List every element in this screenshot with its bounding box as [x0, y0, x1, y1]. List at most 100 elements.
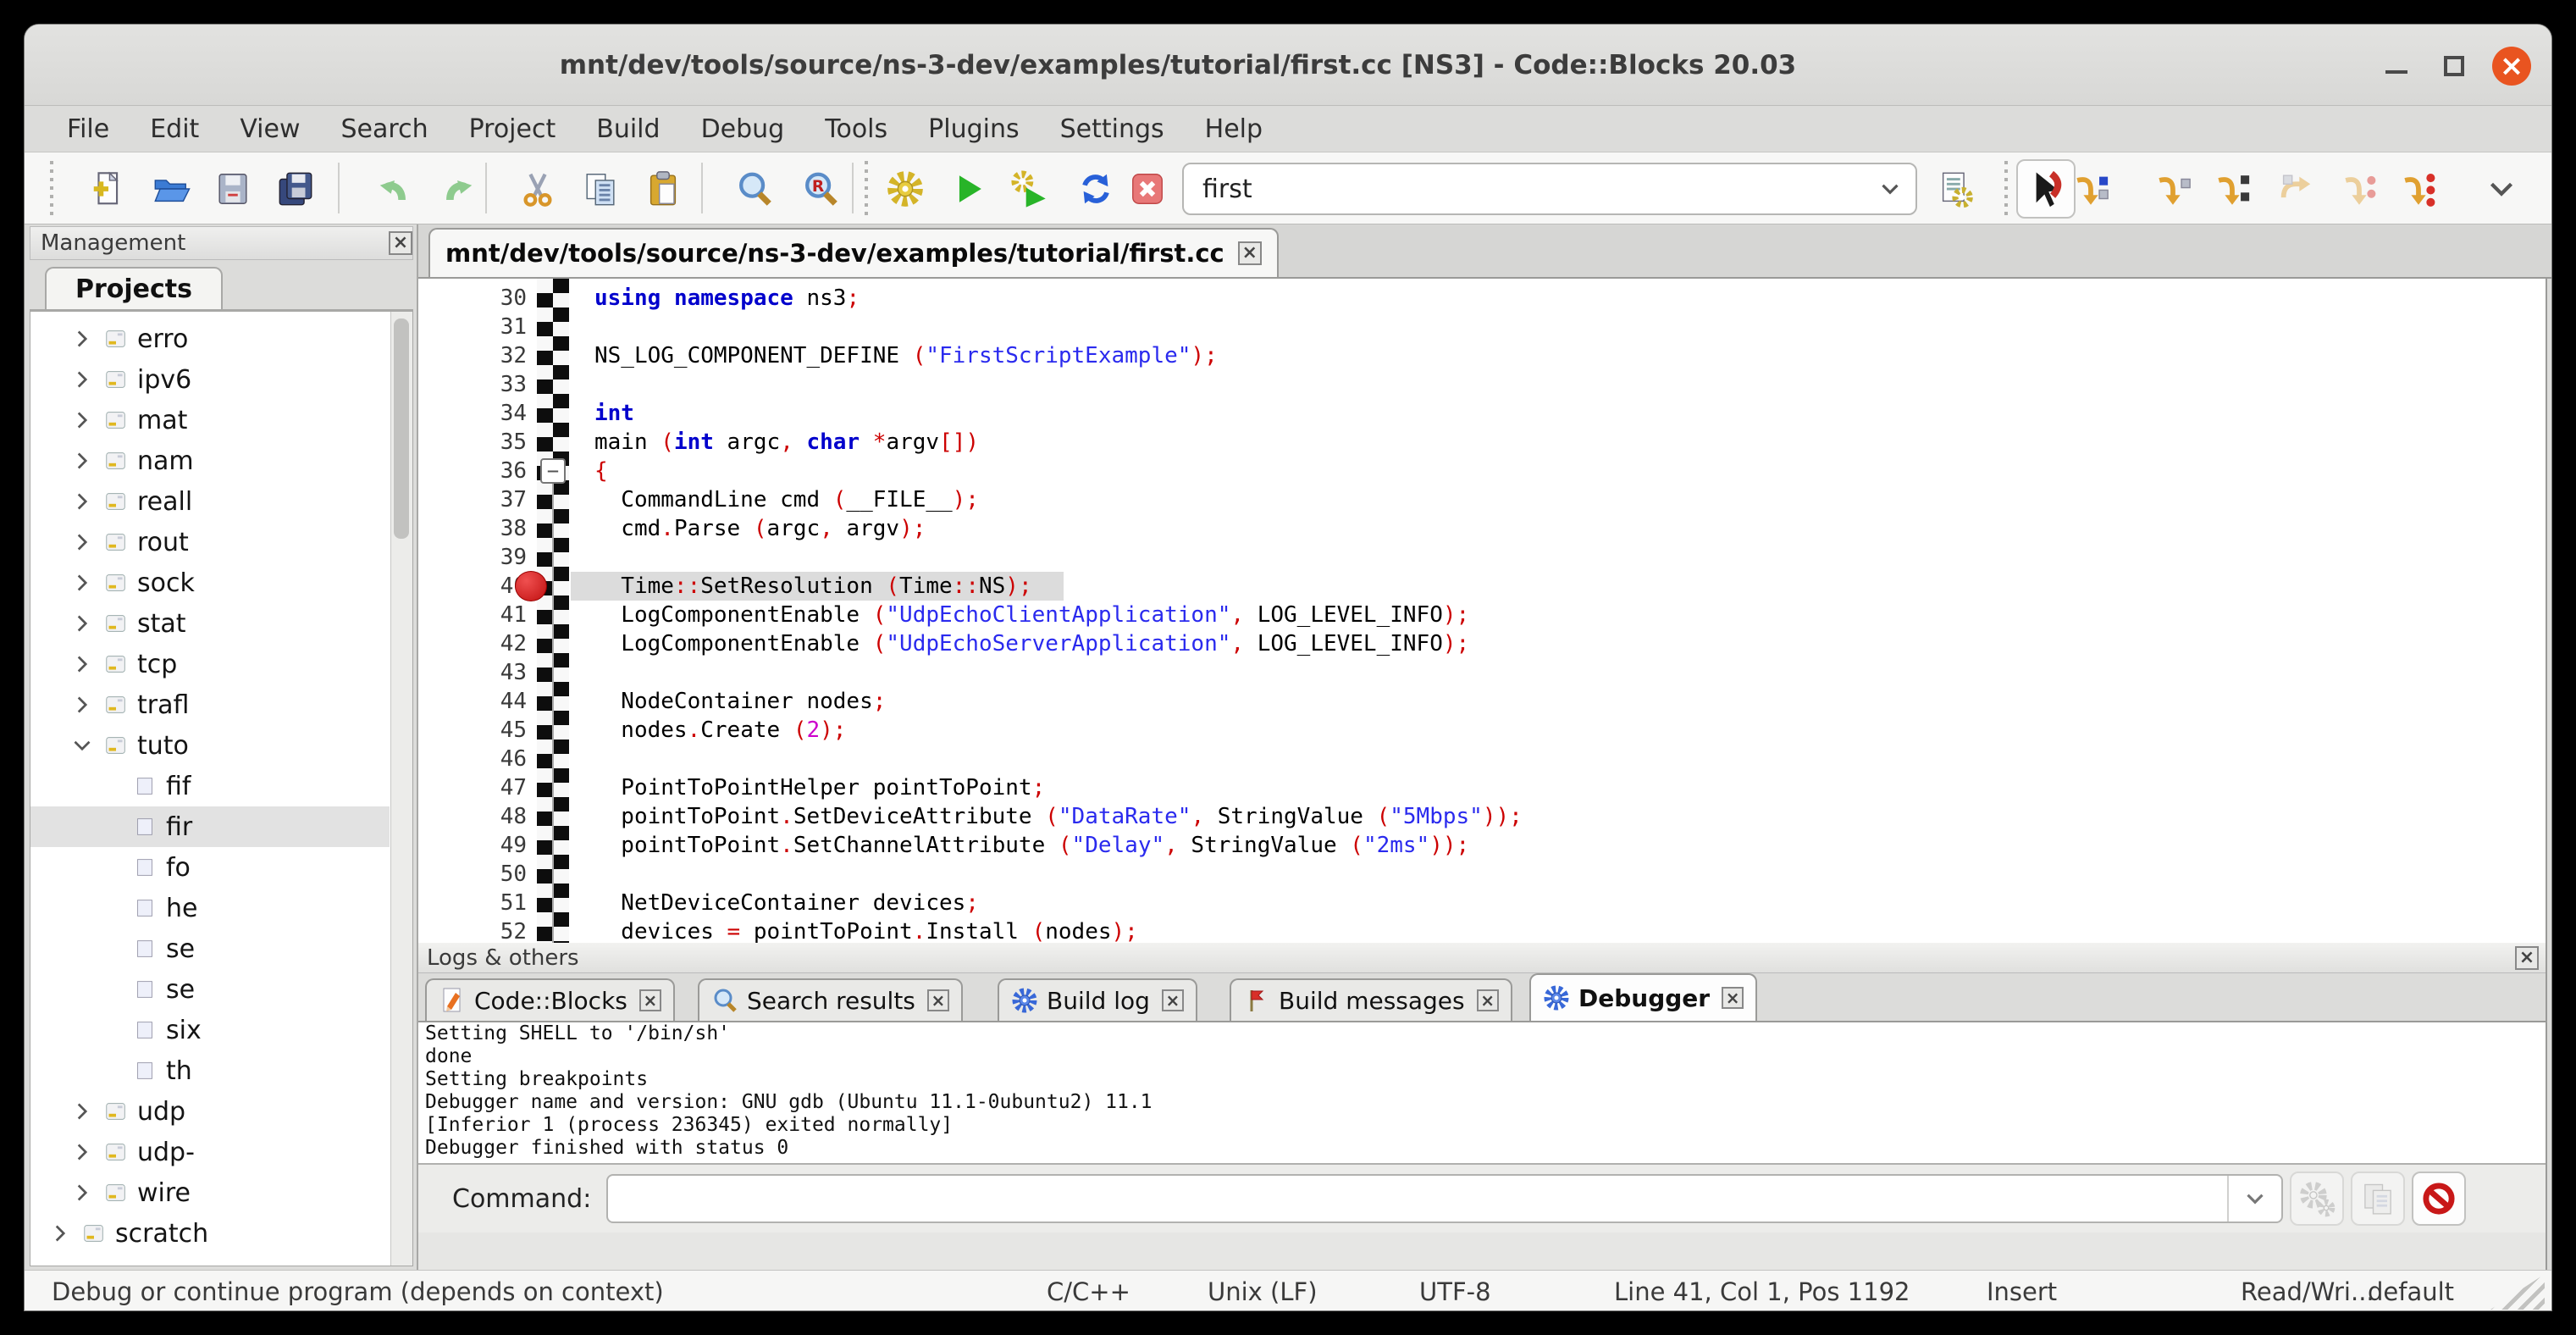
tree-item-fir[interactable]: fir [30, 806, 390, 847]
tree-item-fif[interactable]: fif [30, 766, 390, 806]
fold-marker-icon[interactable]: − [540, 458, 566, 484]
line-number[interactable]: 51 [418, 889, 527, 917]
tree-item-erro[interactable]: erro [30, 319, 390, 359]
line-number[interactable]: 43 [418, 658, 527, 687]
undo-button[interactable] [373, 168, 416, 210]
line-number[interactable]: 35 [418, 428, 527, 457]
maximize-button[interactable] [2435, 47, 2474, 86]
line-number[interactable]: 42 [418, 629, 527, 658]
tree-item-reall[interactable]: reall [30, 481, 390, 522]
menu-debug[interactable]: Debug [681, 109, 805, 149]
log-tab-debugger[interactable]: Debugger× [1529, 973, 1757, 1021]
tree-scrollbar-thumb[interactable] [394, 319, 409, 539]
command-input[interactable] [608, 1176, 2227, 1221]
line-number[interactable]: 41 [418, 601, 527, 629]
line-number[interactable]: 49 [418, 831, 527, 860]
editor-tab-first-cc[interactable]: mnt/dev/tools/source/ns-3-dev/examples/t… [428, 228, 1279, 277]
run-to-cursor-button[interactable] [2070, 168, 2112, 210]
log-tab-close-button[interactable]: × [1477, 989, 1499, 1011]
toolbar-grip[interactable] [50, 161, 57, 217]
debug-continue-button[interactable] [2016, 159, 2076, 219]
menu-plugins[interactable]: Plugins [908, 109, 1039, 149]
command-chevron-down-icon[interactable] [2227, 1176, 2281, 1221]
log-tab-build-log[interactable]: Build log× [998, 978, 1197, 1021]
tree-item-se[interactable]: se [30, 969, 390, 1010]
tree-item-nam[interactable]: nam [30, 440, 390, 481]
redo-button[interactable] [436, 168, 478, 210]
line-number[interactable]: 30 [418, 284, 527, 313]
line-number[interactable]: 46 [418, 745, 527, 773]
line-number[interactable]: 32 [418, 341, 527, 370]
save-all-files-button[interactable] [274, 168, 317, 210]
line-number[interactable]: 33 [418, 370, 527, 399]
line-number[interactable]: 50 [418, 860, 527, 889]
copy-log-button[interactable] [2351, 1172, 2405, 1226]
menu-settings[interactable]: Settings [1040, 109, 1185, 149]
tree-item-trafl[interactable]: trafl [30, 684, 390, 725]
command-input-combo[interactable] [606, 1174, 2283, 1223]
show-target-options-button[interactable] [1934, 168, 1976, 210]
open-file-button[interactable] [150, 168, 192, 210]
cut-button[interactable] [517, 168, 559, 210]
menu-build[interactable]: Build [576, 109, 680, 149]
tree-item-se[interactable]: se [30, 928, 390, 969]
menu-tools[interactable]: Tools [804, 109, 908, 149]
editor-tab-close-button[interactable]: × [1238, 241, 1262, 265]
tree-item-ipv6[interactable]: ipv6 [30, 359, 390, 400]
save-file-button[interactable] [212, 168, 254, 210]
tree-item-mat[interactable]: mat [30, 400, 390, 440]
line-number[interactable]: 47 [418, 773, 527, 802]
build-and-run-button[interactable] [1009, 168, 1051, 210]
tree-item-tuto[interactable]: tuto [30, 725, 390, 766]
tree-item-scratch[interactable]: scratch [30, 1213, 390, 1254]
menu-help[interactable]: Help [1185, 109, 1283, 149]
menu-search[interactable]: Search [321, 109, 449, 149]
menu-project[interactable]: Project [449, 109, 577, 149]
tree-item-fo[interactable]: fo [30, 847, 390, 888]
debugger-log-output[interactable]: Setting SHELL to '/bin/sh'doneSetting br… [418, 1022, 2546, 1165]
line-number[interactable]: 37 [418, 485, 527, 514]
toolbar-overflow-chevron-button[interactable] [2480, 168, 2523, 210]
step-out-button[interactable] [2275, 168, 2317, 210]
menu-edit[interactable]: Edit [130, 109, 219, 149]
tree-item-he[interactable]: he [30, 888, 390, 928]
chevron-down-icon[interactable] [1865, 174, 1915, 203]
toolbar-grip[interactable] [2004, 161, 2011, 217]
next-instruction-button[interactable] [2338, 168, 2380, 210]
tree-item-src[interactable]: src [30, 1254, 390, 1266]
rebuild-button[interactable] [1075, 168, 1117, 210]
step-into-button[interactable] [2211, 168, 2253, 210]
build-target-combo[interactable]: first [1182, 163, 1917, 215]
line-number[interactable]: 34 [418, 399, 527, 428]
compile-button[interactable] [884, 168, 926, 210]
tree-item-udp-[interactable]: udp- [30, 1132, 390, 1172]
close-button[interactable]: × [2492, 47, 2531, 86]
log-tab-close-button[interactable]: × [927, 989, 949, 1011]
log-tab-close-button[interactable]: × [1162, 989, 1184, 1011]
tree-item-stat[interactable]: stat [30, 603, 390, 644]
line-number[interactable]: 52 [418, 917, 527, 943]
menu-file[interactable]: File [47, 109, 130, 149]
log-tab-build-messages[interactable]: Build messages× [1230, 978, 1512, 1021]
code-editor[interactable]: 30using namespace ns3;3132NS_LOG_COMPONE… [418, 279, 2547, 943]
replace-button[interactable]: R [799, 168, 842, 210]
log-tab-close-button[interactable]: × [639, 989, 661, 1011]
line-number[interactable]: 31 [418, 313, 527, 341]
tree-item-th[interactable]: th [30, 1050, 390, 1091]
minimize-button[interactable] [2377, 47, 2416, 86]
line-number[interactable]: 45 [418, 716, 527, 745]
log-tab-close-button[interactable]: × [1722, 987, 1744, 1009]
clear-log-button[interactable] [2412, 1172, 2466, 1226]
tree-item-wire[interactable]: wire [30, 1172, 390, 1213]
tree-item-six[interactable]: six [30, 1010, 390, 1050]
line-number[interactable]: 38 [418, 514, 527, 543]
breakpoint-icon[interactable] [515, 571, 547, 601]
abort-build-button[interactable] [1126, 168, 1169, 210]
tree-item-udp[interactable]: udp [30, 1091, 390, 1132]
line-number[interactable]: 44 [418, 687, 527, 716]
tab-projects[interactable]: Projects [45, 267, 223, 309]
copy-button[interactable] [579, 168, 622, 210]
step-into-instruction-button[interactable] [2397, 168, 2440, 210]
find-button[interactable] [733, 168, 776, 210]
tree-item-tcp[interactable]: tcp [30, 644, 390, 684]
